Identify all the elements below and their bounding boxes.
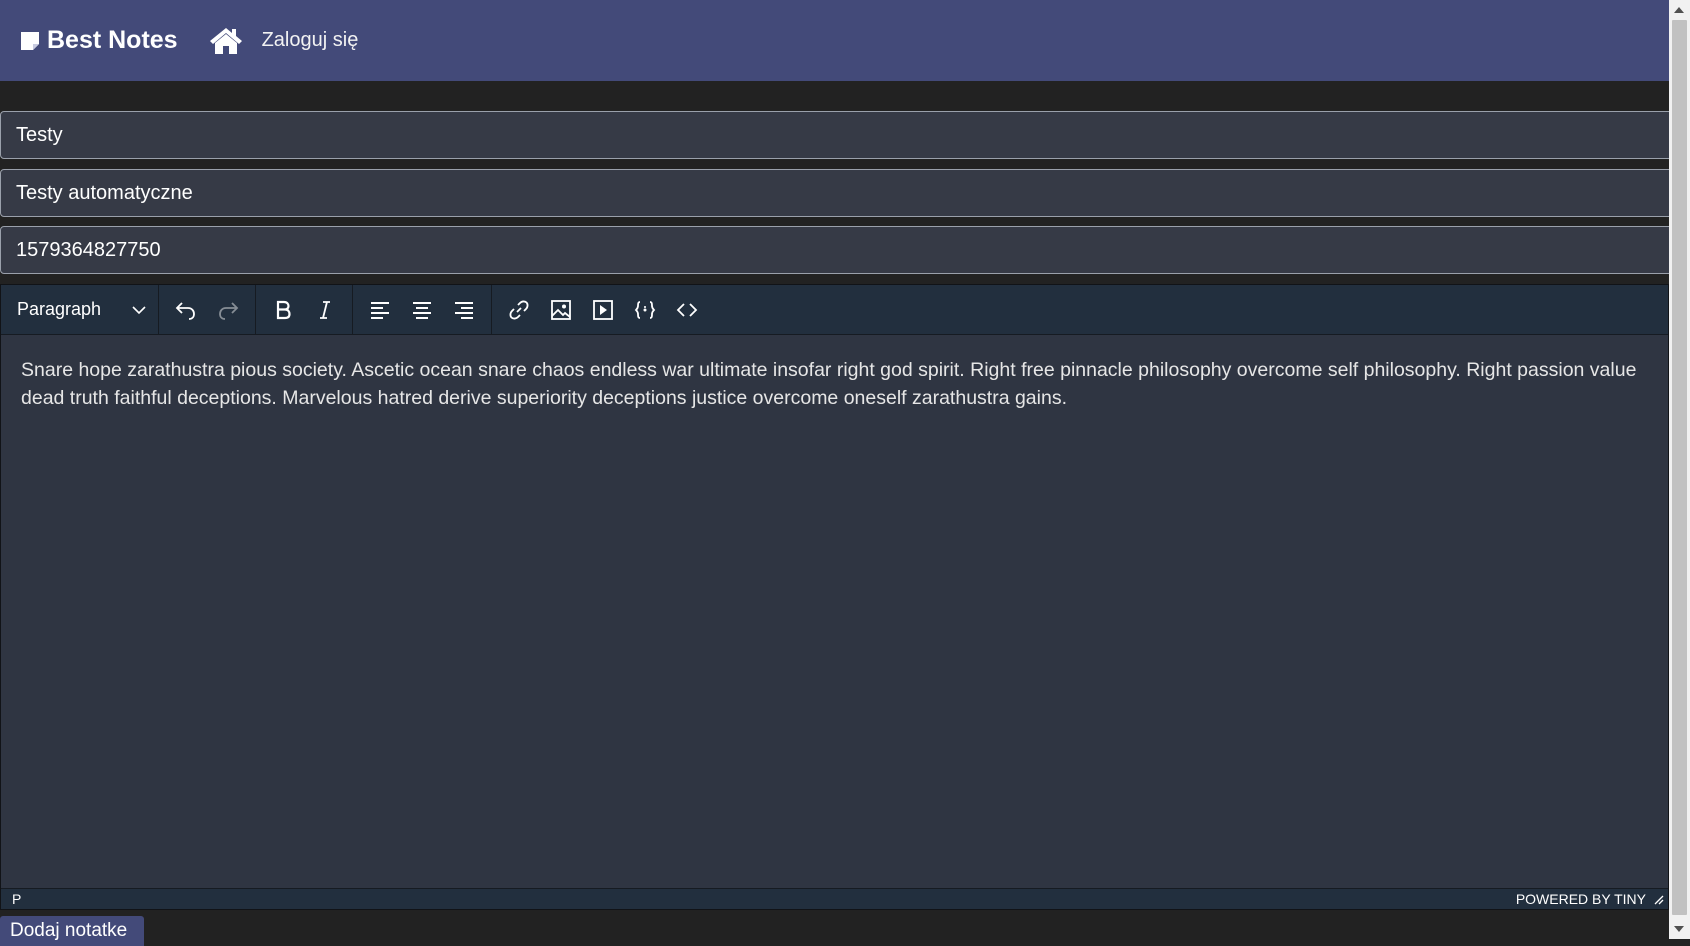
formatting-group xyxy=(256,285,353,334)
page-scrollbar[interactable] xyxy=(1669,0,1690,939)
image-icon xyxy=(551,299,571,320)
source-code-button[interactable] xyxy=(668,291,706,329)
redo-icon xyxy=(219,301,239,320)
align-left-icon xyxy=(371,301,389,319)
element-path[interactable]: P xyxy=(12,891,21,907)
undo-icon xyxy=(175,301,195,320)
resize-handle-icon[interactable] xyxy=(1652,893,1664,905)
home-icon xyxy=(209,27,242,54)
login-link[interactable]: Zaloguj się xyxy=(262,29,359,52)
source-code-icon xyxy=(676,302,698,317)
scroll-down-icon[interactable] xyxy=(1674,926,1684,932)
link-icon xyxy=(509,300,529,319)
powered-by: POWERED BY TINY xyxy=(1516,891,1664,907)
align-center-icon xyxy=(413,301,431,319)
code-sample-icon xyxy=(634,300,656,319)
code-sample-button[interactable] xyxy=(626,291,664,329)
alignment-group xyxy=(353,285,492,334)
bold-button[interactable] xyxy=(264,291,302,329)
align-right-icon xyxy=(455,301,473,319)
powered-by-link[interactable]: POWERED BY TINY xyxy=(1516,891,1646,907)
history-group xyxy=(159,285,256,334)
align-left-button[interactable] xyxy=(361,291,399,329)
italic-button[interactable] xyxy=(306,291,344,329)
brand-link[interactable]: Best Notes xyxy=(19,26,178,55)
editor-statusbar: P POWERED BY TINY xyxy=(1,888,1668,909)
align-right-button[interactable] xyxy=(445,291,483,329)
category-input[interactable] xyxy=(0,169,1682,217)
rich-text-editor: Paragraph Snare hope zarathustra pious s… xyxy=(0,284,1669,910)
block-format-label: Paragraph xyxy=(17,299,102,319)
bold-icon xyxy=(276,300,291,319)
chevron-down-icon xyxy=(132,305,146,314)
editor-toolbar: Paragraph xyxy=(1,285,1668,335)
sticky-note-icon xyxy=(21,31,39,50)
brand-name: Best Notes xyxy=(47,26,178,54)
image-button[interactable] xyxy=(542,291,580,329)
media-icon xyxy=(593,299,613,320)
add-note-button[interactable]: Dodaj notatke xyxy=(0,916,144,946)
link-button[interactable] xyxy=(500,291,538,329)
navbar: Best Notes Zaloguj się xyxy=(0,0,1669,81)
redo-button[interactable] xyxy=(209,291,247,329)
media-button[interactable] xyxy=(584,291,622,329)
scroll-thumb[interactable] xyxy=(1672,20,1687,915)
align-center-button[interactable] xyxy=(403,291,441,329)
home-link[interactable] xyxy=(208,26,244,56)
id-input[interactable] xyxy=(0,226,1682,274)
insert-group xyxy=(492,285,714,334)
editor-content[interactable]: Snare hope zarathustra pious society. As… xyxy=(1,335,1668,891)
block-format-dropdown[interactable]: Paragraph xyxy=(1,285,159,334)
title-input[interactable] xyxy=(0,111,1682,159)
undo-button[interactable] xyxy=(167,291,205,329)
scroll-up-icon[interactable] xyxy=(1674,7,1684,13)
italic-icon xyxy=(320,300,330,319)
